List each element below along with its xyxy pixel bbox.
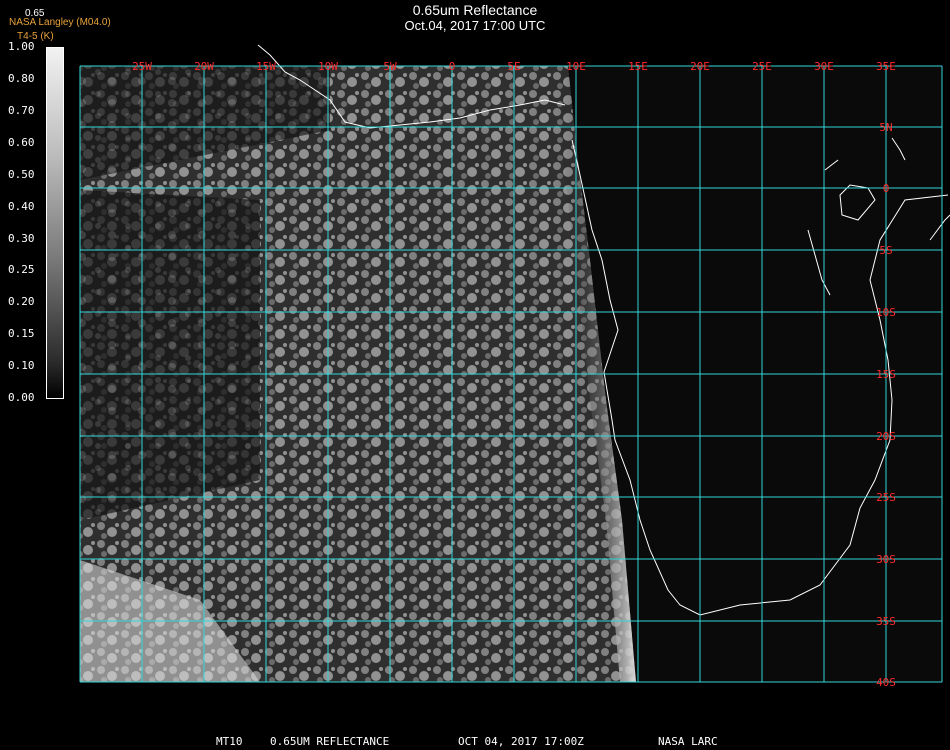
latitude-label: 35S (876, 615, 896, 628)
satellite-map: 25W 20W 15W 10W 5W 0 5E 10E 15E 20E 25E 30E 35E 5N 0 5… (79, 44, 950, 689)
latitude-label: 5S (879, 244, 892, 257)
latitude-label: 15S (876, 368, 896, 381)
latitude-label: 5N (879, 121, 892, 134)
footer-source: NASA LARC (658, 735, 718, 748)
longitude-label: 10W (318, 60, 338, 73)
longitude-label: 20E (690, 60, 710, 73)
latitude-label: 30S (876, 553, 896, 566)
longitude-label: 25E (752, 60, 772, 73)
longitude-label: 20W (194, 60, 214, 73)
longitude-label: 15E (628, 60, 648, 73)
footer-time: OCT 04, 2017 17:00Z (458, 735, 584, 748)
dark-cloud-patch (80, 190, 260, 520)
longitude-label: 30E (814, 60, 834, 73)
footer-product: MT10 (216, 735, 243, 748)
longitude-label: 15W (256, 60, 276, 73)
latitude-label: 10S (876, 306, 896, 319)
latitude-label: 25S (876, 491, 896, 504)
longitude-label: 25W (132, 60, 152, 73)
latitude-label: 0 (883, 182, 890, 195)
longitude-label: 5E (507, 60, 520, 73)
longitude-label: 0 (449, 60, 456, 73)
longitude-label: 10E (566, 60, 586, 73)
latitude-label: 40S (876, 676, 896, 689)
longitude-label: 5W (383, 60, 397, 73)
longitude-label: 35E (876, 60, 896, 73)
latitude-label: 20S (876, 430, 896, 443)
footer-name: 0.65UM REFLECTANCE (270, 735, 390, 748)
